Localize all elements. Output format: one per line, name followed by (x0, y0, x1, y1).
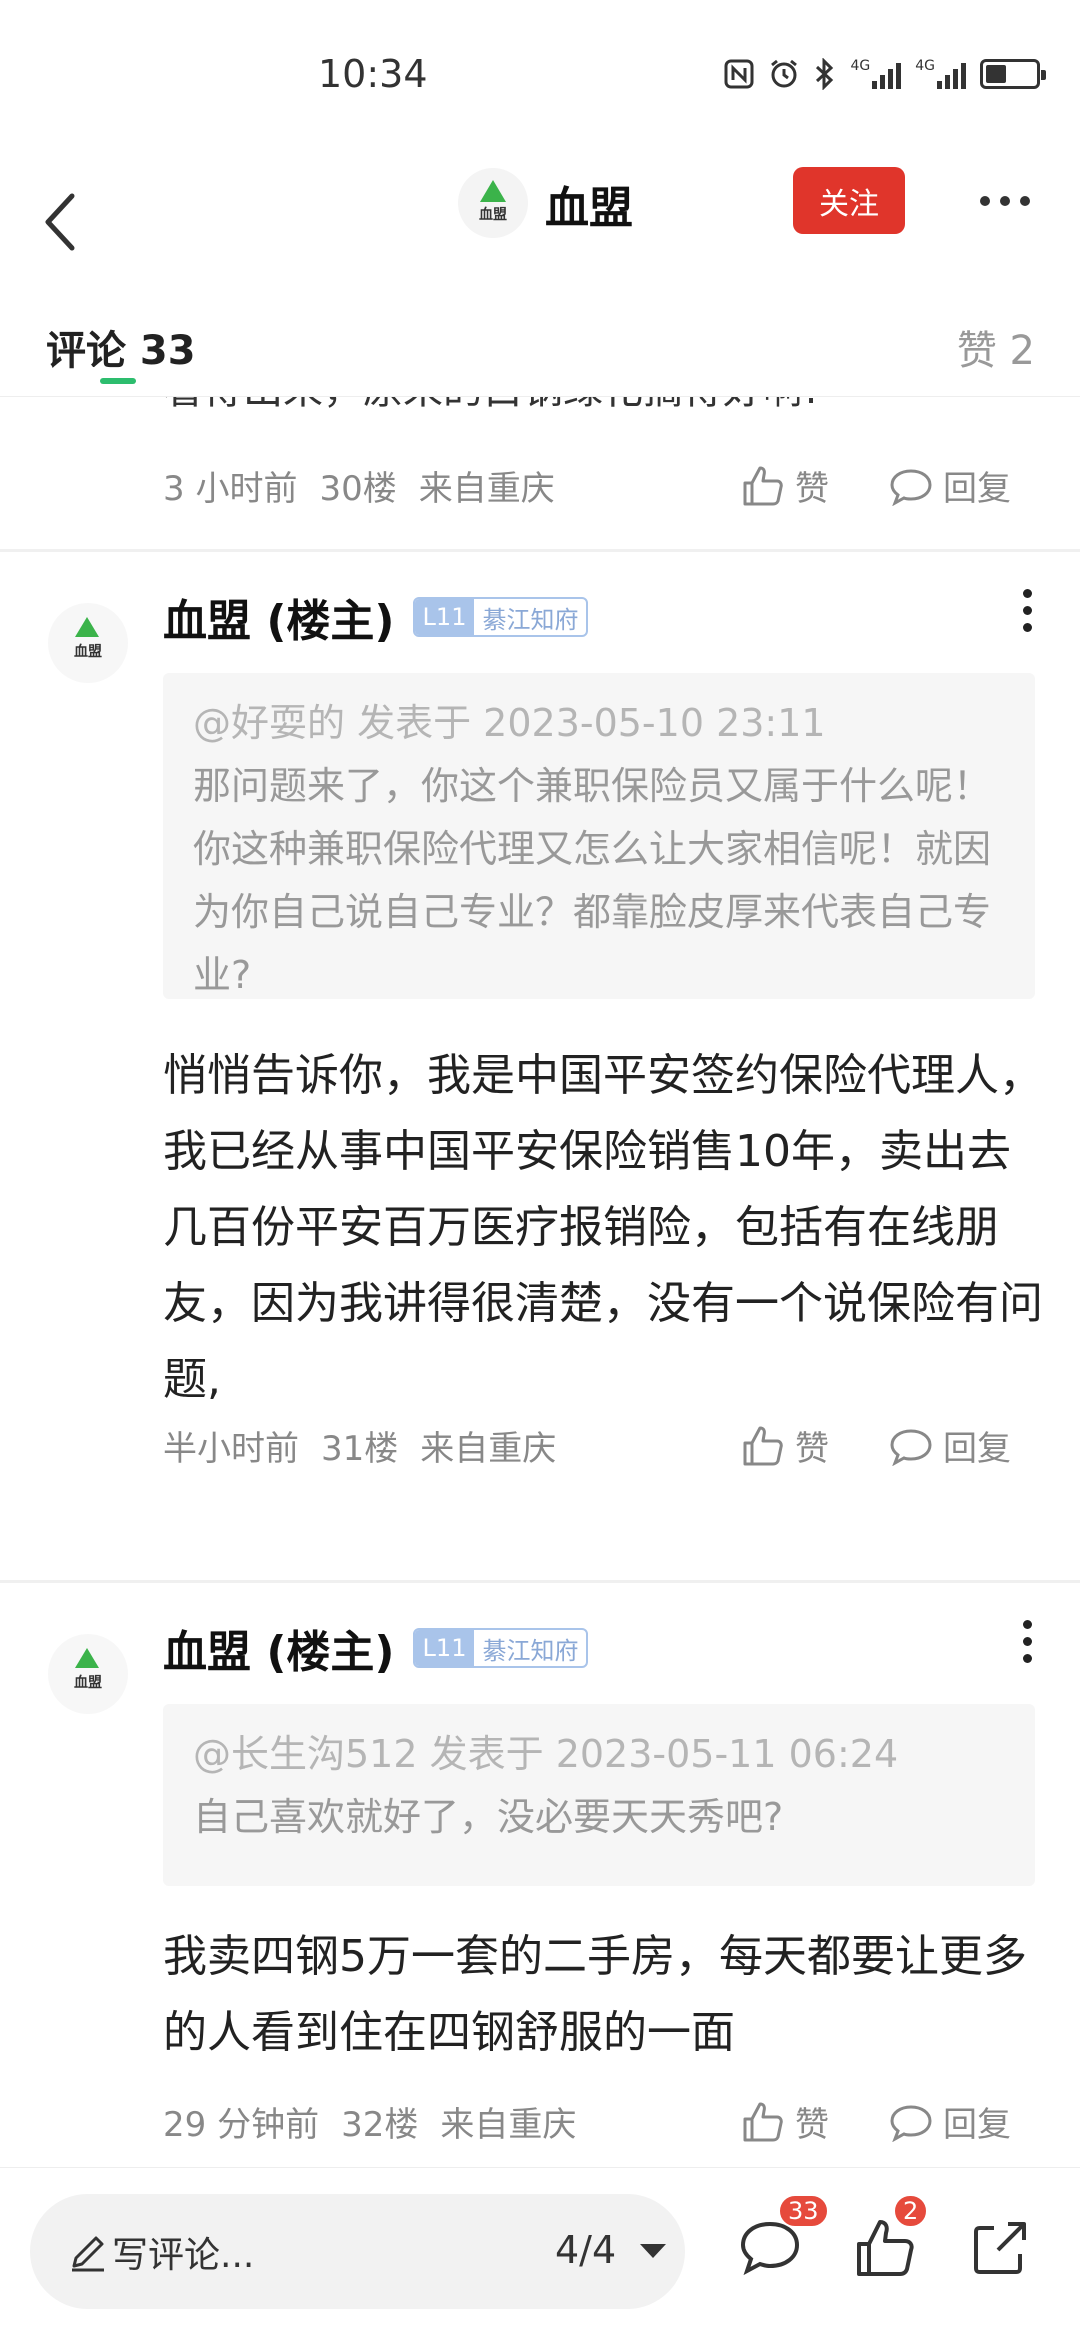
status-time: 10:34 (318, 52, 428, 96)
tab-likes[interactable]: 赞 2 (957, 318, 1035, 376)
comment-meta: 半小时前 31楼 来自重庆 赞 回复 (163, 1415, 1043, 1475)
comment-icon (890, 1428, 932, 1466)
nfc-icon (724, 59, 754, 89)
chevron-left-icon[interactable] (28, 172, 88, 272)
reply-button[interactable]: 回复 (889, 2097, 1033, 2146)
reply-button[interactable]: 回复 (889, 461, 1033, 510)
write-comment-input[interactable]: 写评论... 4/4 (30, 2194, 685, 2309)
quoted-comment[interactable]: @好耍的 发表于 2023-05-10 23:11 那问题来了，你这个兼职保险员… (163, 673, 1035, 999)
like-button[interactable]: 赞 (741, 461, 851, 510)
signal-1: 4G (850, 59, 902, 89)
comment-time: 3 小时前 (163, 468, 298, 509)
more-vertical-icon[interactable] (1023, 589, 1032, 632)
share-button[interactable] (968, 2216, 1032, 2280)
comment-meta: 3 小时前 30楼 来自重庆 赞 回复 (163, 455, 1043, 515)
comment-body: 悄悄告诉你，我是中国平安签约保险代理人，我已经从事中国平安保险销售10年，卖出去… (163, 1050, 1043, 1405)
comments-button[interactable]: 33 (738, 2194, 829, 2280)
tab-active-indicator (100, 378, 136, 384)
user-level-badge: L11 綦江知府 (412, 1628, 589, 1668)
comment-floor: 30楼 (319, 468, 397, 509)
more-horizontal-icon[interactable] (980, 196, 1030, 206)
comment-location: 来自重庆 (420, 1428, 557, 1469)
comment-meta: 29 分钟前 32楼 来自重庆 赞 回复 (163, 2091, 1043, 2151)
quote-header: @长生沟512 发表于 2023-05-11 06:24 (193, 1732, 899, 1776)
bluetooth-icon (816, 58, 834, 90)
tab-comments[interactable]: 评论 33 (46, 318, 196, 376)
comment-location: 来自重庆 (418, 468, 555, 509)
comment-body-partial: 看得出来，原来的白钢绿化搞得好啊! (163, 397, 819, 415)
comment-time: 半小时前 (163, 1428, 299, 1469)
comment-time: 29 分钟前 (163, 2104, 320, 2145)
like-button[interactable]: 赞 (741, 1421, 851, 1470)
caret-down-icon[interactable] (640, 2244, 666, 2258)
comment-icon (890, 468, 932, 506)
quoted-comment[interactable]: @长生沟512 发表于 2023-05-11 06:24 自己喜欢就好了，没必要… (163, 1704, 1035, 1886)
input-placeholder: 写评论... (112, 2235, 255, 2276)
follow-button[interactable]: 关注 (793, 167, 905, 234)
status-bar: 10:34 4G 4G (0, 0, 1080, 150)
signal-2: 4G (915, 59, 966, 89)
quote-header: @好耍的 发表于 2023-05-10 23:11 (193, 701, 826, 745)
thumbs-up-icon (743, 2102, 783, 2141)
comment-icon (890, 2104, 932, 2142)
avatar[interactable]: 血盟 (48, 1634, 128, 1714)
comment-body: 我卖四钢5万一套的二手房，每天都要让更多的人看到住在四钢舒服的一面 (163, 1931, 1027, 2058)
share-icon (974, 2222, 1026, 2274)
thumbs-up-icon (743, 1426, 783, 1465)
like-post-button[interactable]: 2 (853, 2194, 929, 2280)
thumbs-up-icon (743, 466, 783, 505)
comment-author[interactable]: 血盟 (楼主) L11 綦江知府 (163, 1616, 589, 1680)
user-level-badge: L11 綦江知府 (412, 597, 589, 637)
comment-count-badge: 33 (778, 2194, 829, 2228)
avatar[interactable]: 血盟 (48, 603, 128, 683)
reply-button[interactable]: 回复 (889, 1421, 1033, 1470)
comment-floor: 31楼 (321, 1428, 399, 1469)
battery-icon (980, 59, 1046, 89)
comment-location: 来自重庆 (440, 2104, 577, 2145)
divider (0, 1580, 1080, 1583)
status-icons: 4G 4G (724, 58, 1046, 90)
quote-body: 那问题来了，你这个兼职保险员又属于什么呢！你这种兼职保险代理又怎么让大家相信呢！… (193, 764, 992, 997)
bottom-action-bar: 写评论... 4/4 33 2 (0, 2167, 1080, 2340)
quote-body: 自己喜欢就好了，没必要天天秀吧? (193, 1795, 784, 1839)
alarm-icon (771, 59, 798, 88)
comment-floor: 32楼 (341, 2104, 419, 2145)
group-logo[interactable]: 血盟 (458, 168, 528, 238)
like-count-badge: 2 (893, 2194, 929, 2228)
comment-author[interactable]: 血盟 (楼主) L11 綦江知府 (163, 585, 589, 649)
top-nav (0, 150, 1080, 300)
comment-list[interactable]: 看得出来，原来的白钢绿化搞得好啊! 3 小时前 30楼 来自重庆 赞 回复 血盟… (0, 397, 1080, 2167)
page-title[interactable]: 血盟 (545, 172, 633, 236)
more-vertical-icon[interactable] (1023, 1620, 1032, 1663)
pen-icon (72, 2236, 104, 2272)
divider (0, 549, 1080, 552)
page-indicator[interactable]: 4/4 (555, 2228, 616, 2272)
like-button[interactable]: 赞 (741, 2097, 851, 2146)
comment-tabs: 评论 33 赞 2 (0, 300, 1080, 397)
